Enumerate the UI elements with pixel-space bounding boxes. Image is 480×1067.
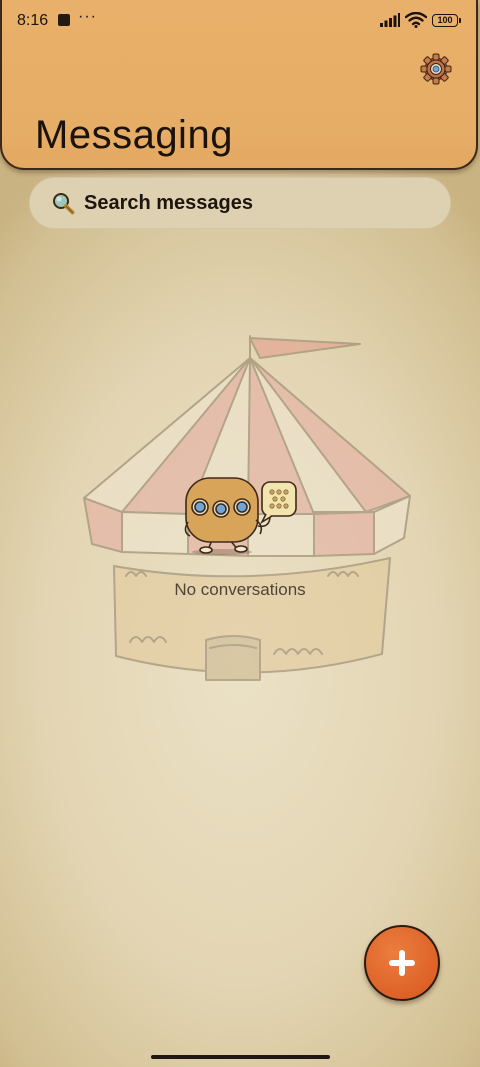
empty-state-message: No conversations bbox=[174, 580, 306, 599]
home-indicator[interactable] bbox=[151, 1055, 330, 1059]
search-input[interactable]: Search messages bbox=[29, 177, 451, 229]
gear-icon bbox=[420, 53, 452, 85]
search-placeholder: Search messages bbox=[84, 192, 254, 214]
status-bar: 8:16 ··· 100 bbox=[2, 0, 480, 42]
battery-icon: 100 bbox=[432, 14, 458, 27]
battery-tip bbox=[459, 18, 461, 23]
new-conversation-button[interactable] bbox=[364, 925, 440, 1001]
signal-icon bbox=[380, 13, 400, 27]
search-icon bbox=[53, 193, 75, 215]
overflow-dots-icon: ··· bbox=[78, 8, 97, 25]
notification-square-icon bbox=[58, 14, 70, 26]
settings-button[interactable] bbox=[420, 53, 452, 85]
empty-state-illustration bbox=[83, 335, 411, 681]
wifi-icon bbox=[405, 12, 427, 28]
app-header: 8:16 ··· 100 Messaging bbox=[0, 0, 478, 170]
page-title: Messaging bbox=[35, 113, 233, 157]
status-time: 8:16 bbox=[17, 12, 49, 29]
battery-level: 100 bbox=[437, 15, 453, 25]
plus-icon bbox=[389, 950, 415, 976]
